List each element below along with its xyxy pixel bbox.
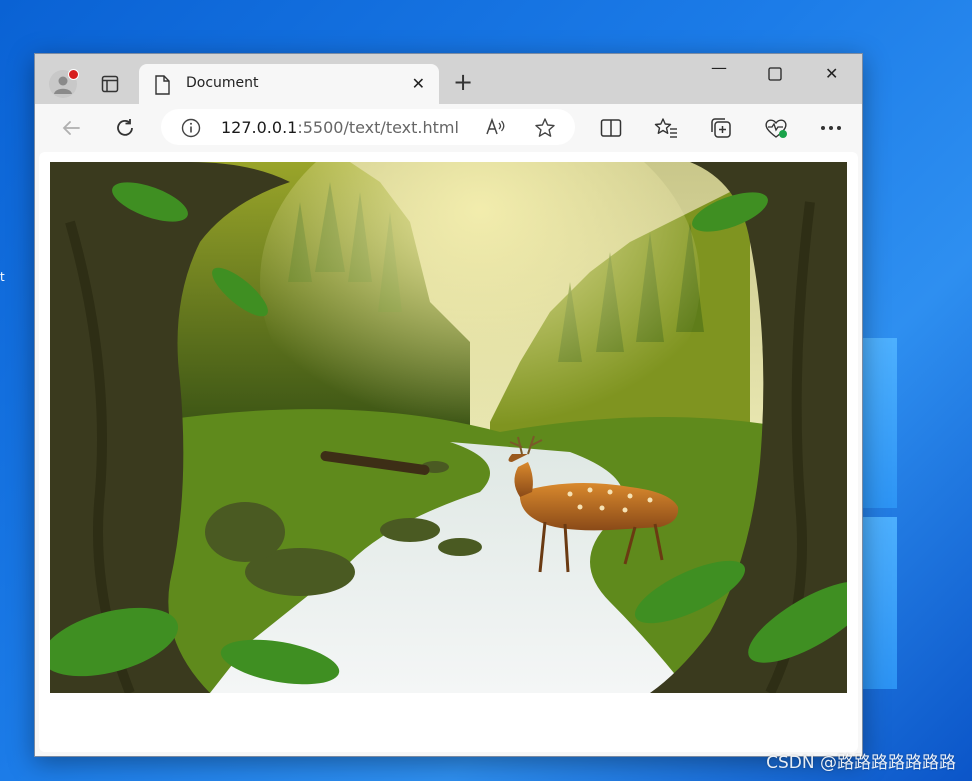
minimize-icon[interactable]: — — [711, 58, 727, 77]
document-icon — [154, 75, 170, 99]
notification-dot — [68, 69, 79, 80]
title-bar: Document ✕ + — ✕ — [35, 54, 862, 104]
tab-actions-icon[interactable] — [101, 75, 119, 97]
split-screen-icon[interactable] — [599, 116, 623, 140]
browser-window: Document ✕ + — ✕ 127.0.0.1:5500/text/tex… — [34, 53, 863, 757]
favorites-icon[interactable] — [654, 116, 678, 140]
address-bar[interactable]: 127.0.0.1:5500/text/text.html — [161, 109, 575, 145]
url-text[interactable]: 127.0.0.1:5500/text/text.html — [221, 118, 459, 137]
close-icon[interactable]: ✕ — [412, 74, 425, 93]
desktop-icon-label: t — [0, 270, 5, 284]
csdn-watermark: CSDN @路路路路路路路 — [766, 753, 956, 773]
back-arrow-icon[interactable] — [59, 116, 83, 140]
url-path: :5500/text/text.html — [297, 118, 459, 137]
browser-essentials-icon[interactable] — [764, 116, 788, 140]
star-icon[interactable] — [534, 117, 556, 143]
page-content — [39, 152, 858, 752]
maximize-icon[interactable] — [768, 66, 782, 85]
windows-logo-pane-top — [861, 338, 897, 508]
tab-title: Document — [186, 75, 259, 91]
refresh-icon[interactable] — [113, 116, 137, 140]
url-host: 127.0.0.1 — [221, 118, 298, 137]
profile-button[interactable] — [49, 69, 79, 98]
collections-icon[interactable] — [709, 116, 733, 140]
forest-deer-image — [50, 162, 847, 693]
forest-scene-illustration — [50, 162, 847, 693]
more-icon[interactable] — [819, 116, 843, 140]
windows-logo-pane-bottom — [861, 517, 897, 689]
tab-document[interactable]: Document ✕ — [139, 64, 439, 104]
info-icon[interactable] — [181, 118, 201, 142]
plus-icon[interactable]: + — [453, 70, 473, 94]
read-aloud-icon[interactable] — [485, 117, 507, 141]
window-close-icon[interactable]: ✕ — [825, 64, 838, 83]
toolbar: 127.0.0.1:5500/text/text.html — [35, 104, 862, 152]
